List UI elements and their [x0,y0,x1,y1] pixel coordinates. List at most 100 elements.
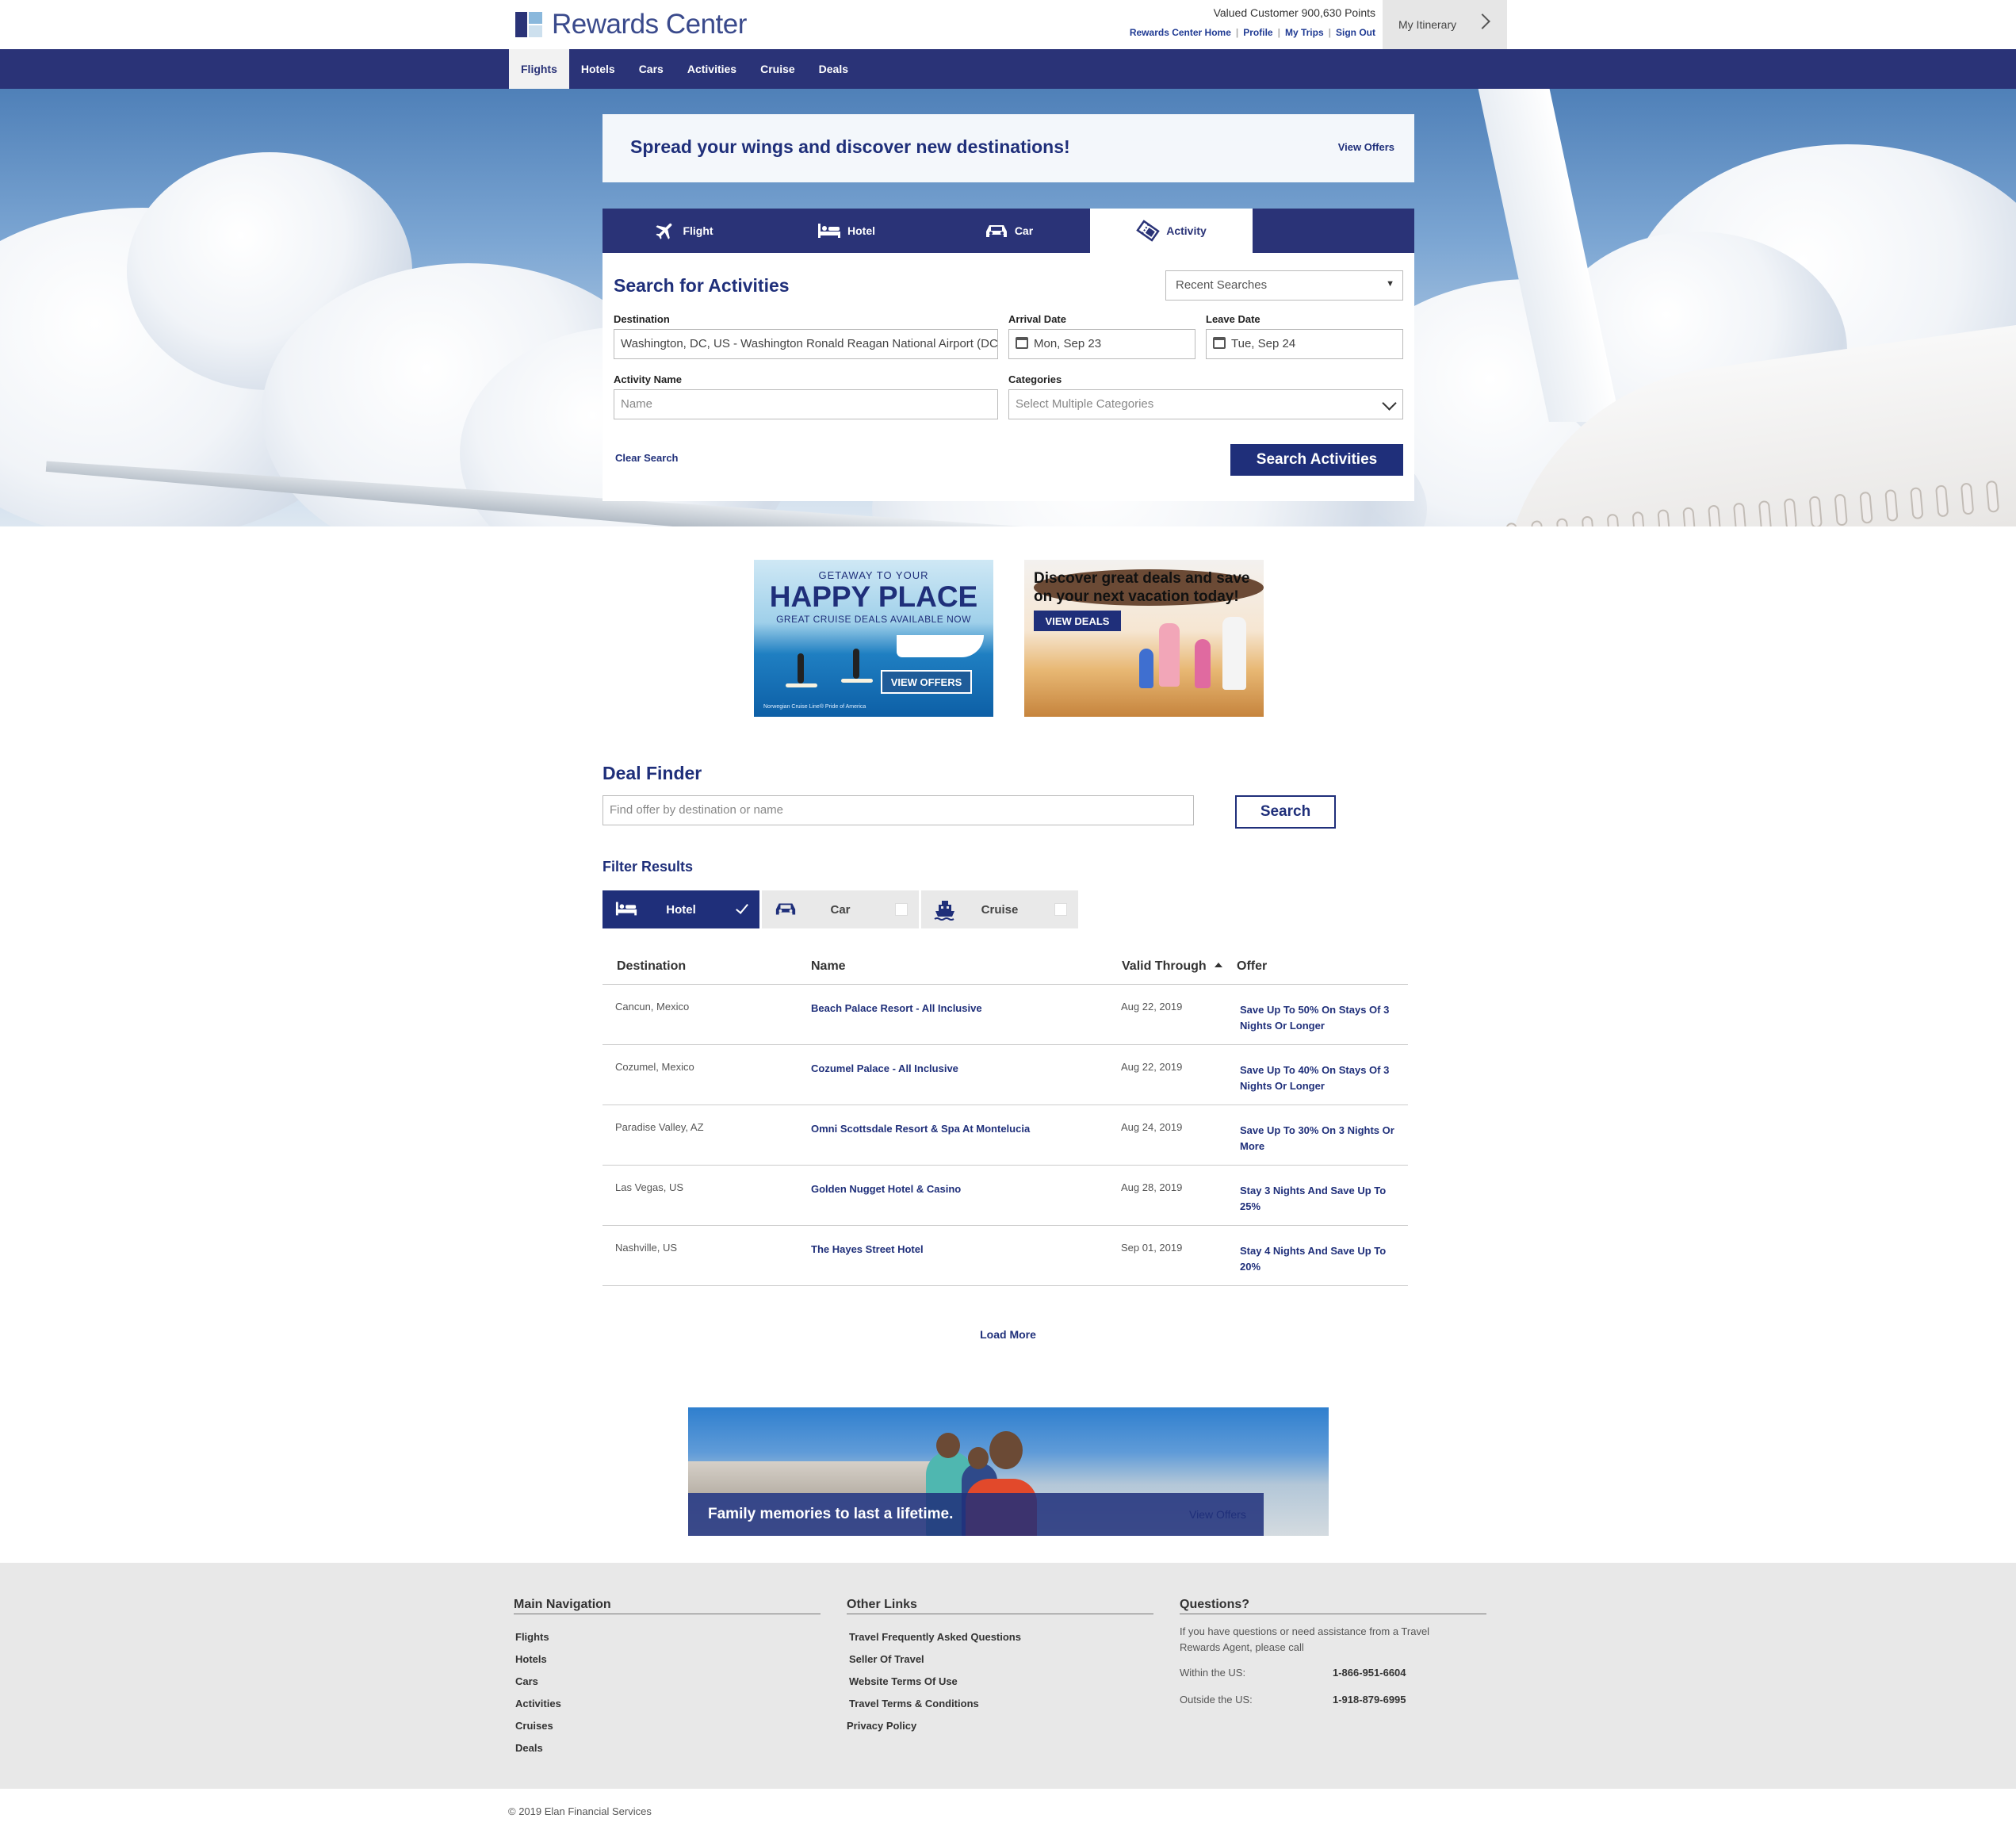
row-destination: Las Vegas, US [615,1181,683,1193]
tab-activity[interactable]: Activity [1090,209,1253,253]
row-destination: Cozumel, Mexico [615,1061,694,1073]
cruise-ad-headline: HAPPY PLACE [769,580,978,613]
cruise-ad-kicker: GETAWAY TO YOUR [818,569,929,581]
deal-search-button[interactable]: Search [1235,795,1336,829]
tab-hotel[interactable]: Hotel [765,209,928,253]
footer-other-links-title: Other Links [847,1598,1153,1614]
bed-icon [818,224,840,238]
footer-main-nav-title: Main Navigation [514,1598,821,1614]
profile-link[interactable]: Profile [1243,27,1272,38]
family-view-offers-link[interactable]: View Offers [1189,1508,1246,1521]
family-deals-ad-banner[interactable]: Discover great deals and save on your ne… [1024,560,1264,717]
view-deals-button[interactable]: VIEW DEALS [1034,611,1121,631]
tab-flight[interactable]: Flight [603,209,765,253]
arrival-date-label: Arrival Date [1008,313,1066,325]
copyright-text: © 2019 Elan Financial Services [508,1805,652,1817]
row-name-link[interactable]: Cozumel Palace - All Inclusive [811,1062,958,1074]
airplane-icon [656,223,672,239]
filter-results-title: Filter Results [603,859,694,875]
footer-link-deals[interactable]: Deals [514,1737,821,1759]
arrival-date-input[interactable]: Mon, Sep 23 [1008,329,1195,359]
recent-searches-select[interactable]: Recent Searches ▼ [1165,270,1403,301]
checkbox-empty-icon [895,903,908,916]
row-offer-link[interactable]: Save Up To 50% On Stays Of 3 Nights Or L… [1240,1002,1398,1034]
categories-label: Categories [1008,373,1062,385]
col-name[interactable]: Name [811,959,846,974]
row-name-link[interactable]: Golden Nugget Hotel & Casino [811,1183,961,1195]
rewards-center-home-link[interactable]: Rewards Center Home [1130,27,1231,38]
row-destination: Nashville, US [615,1242,678,1254]
row-name-link[interactable]: Beach Palace Resort - All Inclusive [811,1002,982,1014]
view-offers-button[interactable]: VIEW OFFERS [881,670,972,694]
view-offers-link[interactable]: View Offers [1338,141,1394,153]
destination-input[interactable]: Washington, DC, US - Washington Ronald R… [614,329,998,359]
footer-link-flights[interactable]: Flights [514,1626,821,1648]
nav-cars[interactable]: Cars [627,49,675,89]
filter-car[interactable]: Car [762,890,919,928]
family-banner-text: Family memories to last a lifetime. [708,1506,954,1522]
family-memories-banner[interactable]: Family memories to last a lifetime. View… [688,1407,1329,1536]
footer-link-cruises[interactable]: Cruises [514,1715,821,1737]
footer-link-terms-of-use[interactable]: Website Terms Of Use [847,1671,1153,1693]
promo-title: Spread your wings and discover new desti… [630,136,1070,157]
row-valid-through: Aug 28, 2019 [1121,1181,1183,1193]
deal-finder-title: Deal Finder [603,763,702,783]
my-trips-link[interactable]: My Trips [1285,27,1324,38]
row-name-link[interactable]: Omni Scottsdale Resort & Spa At Monteluc… [811,1123,1030,1135]
deal-search-input[interactable]: Find offer by destination or name [603,795,1194,825]
footer-link-faq[interactable]: Travel Frequently Asked Questions [847,1626,1153,1648]
leave-date-input[interactable]: Tue, Sep 24 [1206,329,1403,359]
col-valid-through[interactable]: Valid Through [1122,959,1222,974]
footer-questions-text: If you have questions or need assistance… [1180,1625,1430,1653]
leave-date-value: Tue, Sep 24 [1231,337,1296,350]
activity-name-input[interactable]: Name [614,389,998,419]
footer-link-seller-of-travel[interactable]: Seller Of Travel [847,1648,1153,1671]
footer-phone-outside: Outside the US: 1-918-879-6995 [1180,1686,1486,1713]
footer-link-privacy-policy[interactable]: Privacy Policy [847,1715,1153,1737]
search-title: Search for Activities [614,275,790,296]
table-row: Nashville, US The Hayes Street Hotel Sep… [603,1226,1408,1286]
search-activities-button[interactable]: Search Activities [1230,444,1403,476]
col-offer[interactable]: Offer [1237,959,1267,974]
tab-flight-label: Flight [683,224,713,237]
clear-search-link[interactable]: Clear Search [615,452,679,464]
footer-link-activities[interactable]: Activities [514,1693,821,1715]
nav-hotels[interactable]: Hotels [569,49,627,89]
row-offer-link[interactable]: Stay 4 Nights And Save Up To 20% [1240,1243,1398,1275]
sign-out-link[interactable]: Sign Out [1336,27,1375,38]
row-destination: Paradise Valley, AZ [615,1121,704,1133]
nav-cruise[interactable]: Cruise [748,49,807,89]
footer-link-travel-terms[interactable]: Travel Terms & Conditions [847,1693,1153,1715]
nav-activities[interactable]: Activities [675,49,748,89]
nav-flights[interactable]: Flights [509,49,569,89]
caret-down-icon: ▼ [1386,279,1394,289]
outside-us-label: Outside the US: [1180,1694,1253,1706]
within-us-phone[interactable]: 1-866-951-6604 [1333,1667,1406,1679]
categories-select[interactable]: Select Multiple Categories [1008,389,1403,419]
rewards-center-logo[interactable]: Rewards Center [515,9,747,40]
promo-banner: Spread your wings and discover new desti… [603,114,1414,182]
row-offer-link[interactable]: Save Up To 40% On Stays Of 3 Nights Or L… [1240,1062,1398,1094]
row-destination: Cancun, Mexico [615,1001,690,1013]
row-offer-link[interactable]: Stay 3 Nights And Save Up To 25% [1240,1183,1398,1215]
load-more-link[interactable]: Load More [0,1328,2016,1341]
cruise-ship-graphic [897,635,984,657]
filter-hotel[interactable]: Hotel [603,890,759,928]
row-offer-link[interactable]: Save Up To 30% On 3 Nights Or More [1240,1123,1398,1154]
row-name-link[interactable]: The Hayes Street Hotel [811,1243,924,1255]
checkbox-empty-icon [1054,903,1067,916]
filter-cruise[interactable]: Cruise [921,890,1078,928]
outside-us-phone[interactable]: 1-918-879-6995 [1333,1694,1406,1706]
my-itinerary-button[interactable]: My Itinerary [1383,0,1507,49]
site-header: Rewards Center Valued Customer 900,630 P… [0,0,2016,49]
footer-link-hotels[interactable]: Hotels [514,1648,821,1671]
calendar-icon [1016,337,1028,349]
nav-deals[interactable]: Deals [807,49,860,89]
tab-car[interactable]: Car [928,209,1090,253]
table-row: Cancun, Mexico Beach Palace Resort - All… [603,985,1408,1045]
col-destination[interactable]: Destination [617,959,686,974]
footer-link-cars[interactable]: Cars [514,1671,821,1693]
cruise-ad-banner[interactable]: GETAWAY TO YOUR HAPPY PLACE GREAT CRUISE… [754,560,993,717]
my-itinerary-label: My Itinerary [1398,18,1457,31]
customer-points: Valued Customer 900,630 Points [1213,6,1375,19]
